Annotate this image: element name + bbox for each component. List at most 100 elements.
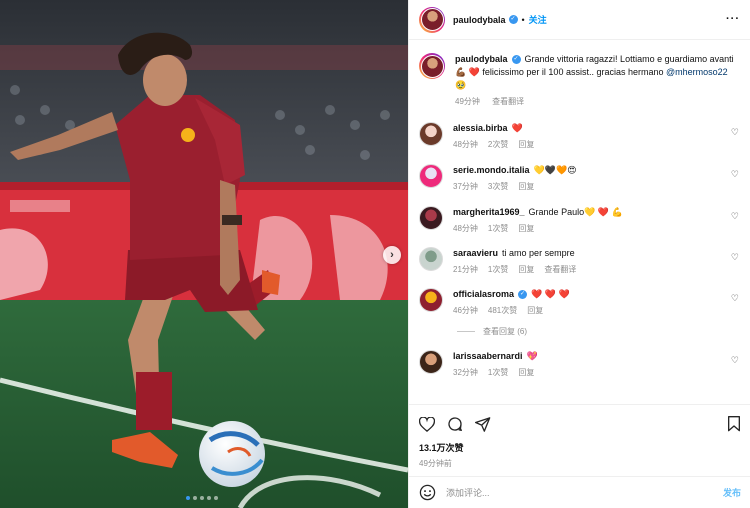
- caption-author[interactable]: paulodybala: [455, 54, 508, 64]
- comment-meta: 32分钟 1次赞 回复: [453, 367, 741, 378]
- comment-text-line: alessia.birba ❤️: [453, 122, 741, 135]
- comment-body: alessia.birba ❤️ 48分钟 2次赞 回复: [453, 122, 741, 150]
- caption-body: paulodybala ✓ Grande vittoria ragazzi! Lot…: [455, 53, 741, 107]
- post-actions: 13.1万次赞 49分钟前: [409, 404, 750, 469]
- share-send-icon[interactable]: [475, 416, 491, 432]
- comments-list[interactable]: paulodybala ✓ Grande vittoria ragazzi! Lot…: [409, 41, 750, 404]
- comment-like-count[interactable]: 2次赞: [488, 140, 508, 149]
- post-comment-button[interactable]: 发布: [723, 486, 741, 499]
- commenter-avatar[interactable]: [419, 164, 443, 188]
- commenter-avatar[interactable]: [419, 206, 443, 230]
- commenter-avatar[interactable]: [419, 288, 443, 312]
- post-side-panel: paulodybala ✓ • 关注 ··· paulodybala ✓ Grand…: [408, 0, 750, 508]
- comment-like-heart-icon[interactable]: ♡: [731, 252, 739, 263]
- instagram-post-viewer: › paulodybala ✓ • 关注 ··· paulodybala ✓ G…: [0, 0, 750, 508]
- reply-button[interactable]: 回复: [518, 182, 534, 191]
- comment-like-count[interactable]: 1次赞: [488, 368, 508, 377]
- comment-row: officialasroma ✓ ❤️ ❤️ ❤️ 46分钟 481次赞 回复 ♡: [419, 288, 741, 316]
- comment-like-heart-icon[interactable]: ♡: [731, 127, 739, 138]
- likes-count[interactable]: 13.1万次赞: [419, 441, 741, 454]
- post-header: paulodybala ✓ • 关注 ···: [409, 0, 750, 40]
- emoji-picker-icon[interactable]: [419, 484, 436, 501]
- comment-row: serie.mondo.italia 💛🖤🧡😍 37分钟 3次赞 回复 ♡: [419, 164, 741, 192]
- comment-body: larissaabernardi 💖 32分钟 1次赞 回复: [453, 350, 741, 378]
- action-icons: [419, 413, 741, 435]
- comment-meta: 37分钟 3次赞 回复: [453, 181, 741, 192]
- comment-bubble-icon[interactable]: [447, 416, 463, 432]
- commenter-avatar[interactable]: [419, 122, 443, 146]
- save-bookmark-icon[interactable]: [727, 416, 741, 432]
- comment-time: 32分钟: [453, 368, 478, 377]
- reply-button[interactable]: 回复: [518, 224, 534, 233]
- comment-like-count[interactable]: 481次赞: [488, 306, 517, 315]
- translate-link[interactable]: 查看翻译: [544, 265, 576, 274]
- follow-button[interactable]: 关注: [529, 13, 547, 26]
- commenter-username[interactable]: officialasroma: [453, 289, 514, 299]
- comment-time: 48分钟: [453, 224, 478, 233]
- post-timestamp: 49分钟前: [419, 459, 452, 468]
- comment-like-heart-icon[interactable]: ♡: [731, 293, 739, 304]
- comment-like-heart-icon[interactable]: ♡: [731, 211, 739, 222]
- commenter-username[interactable]: serie.mondo.italia: [453, 165, 530, 175]
- comment-like-count[interactable]: 3次赞: [488, 182, 508, 191]
- photo-illustration: [0, 0, 408, 508]
- reply-button[interactable]: 回复: [518, 140, 534, 149]
- comment-like-count[interactable]: 1次赞: [488, 224, 508, 233]
- caption-author-avatar[interactable]: [419, 53, 445, 79]
- comment-row: margherita1969_ Grande Paulo💛 ❤️ 💪 48分钟 1次赞…: [419, 206, 741, 234]
- commenter-username[interactable]: margherita1969_: [453, 207, 525, 217]
- reply-button[interactable]: 回复: [527, 306, 543, 315]
- comment-time: 37分钟: [453, 182, 478, 191]
- header-separator: •: [521, 14, 525, 25]
- author-avatar[interactable]: [419, 6, 445, 33]
- comment-time: 48分钟: [453, 140, 478, 149]
- comment-text: 💛🖤🧡😍: [533, 165, 577, 175]
- like-heart-icon[interactable]: [419, 416, 435, 432]
- view-replies-button[interactable]: 查看回复 (6): [457, 326, 741, 337]
- verified-badge-icon: ✓: [508, 15, 518, 24]
- comment-row: saraavieru ti amo per sempre 21分钟 1次赞 回复 查看翻译…: [419, 247, 741, 275]
- carousel-dot: [207, 496, 211, 500]
- commenter-avatar[interactable]: [419, 350, 443, 374]
- more-options-icon[interactable]: ···: [726, 13, 740, 25]
- comment-body: serie.mondo.italia 💛🖤🧡😍 37分钟 3次赞 回复: [453, 164, 741, 192]
- post-photo[interactable]: ›: [0, 0, 408, 508]
- comment-like-heart-icon[interactable]: ♡: [731, 169, 739, 180]
- comment-text: 💖: [526, 351, 538, 361]
- commenter-username[interactable]: larissaabernardi: [453, 351, 523, 361]
- caption-mention-link[interactable]: @mhermoso22: [666, 67, 728, 77]
- reply-button[interactable]: 回复: [518, 265, 534, 274]
- author-username[interactable]: paulodybala: [453, 15, 506, 25]
- commenter-username[interactable]: alessia.birba: [453, 123, 508, 133]
- verified-badge-icon: ✓: [511, 55, 521, 65]
- caption-meta: 49分钟 查看翻译: [455, 96, 741, 107]
- comment-composer: 发布: [409, 476, 750, 508]
- comment-body: margherita1969_ Grande Paulo💛 ❤️ 💪 48分钟 1次赞…: [453, 206, 741, 234]
- comment-text: ❤️ ❤️ ❤️: [531, 289, 570, 299]
- comment-meta: 48分钟 1次赞 回复: [453, 223, 741, 234]
- comment-body: saraavieru ti amo per sempre 21分钟 1次赞 回复 查看翻译: [453, 247, 741, 275]
- reply-button[interactable]: 回复: [518, 368, 534, 377]
- comment-meta: 21分钟 1次赞 回复 查看翻译: [453, 264, 741, 275]
- carousel-dot: [214, 496, 218, 500]
- next-slide-button[interactable]: ›: [383, 246, 401, 264]
- caption-time: 49分钟: [455, 97, 480, 106]
- comment-text: ❤️: [511, 123, 523, 133]
- comment-body: officialasroma ✓ ❤️ ❤️ ❤️ 46分钟 481次赞 回复: [453, 288, 741, 316]
- comment-like-count[interactable]: 1次赞: [488, 265, 508, 274]
- commenter-username[interactable]: saraavieru: [453, 248, 498, 258]
- comment-text-line: officialasroma ✓ ❤️ ❤️ ❤️: [453, 288, 741, 301]
- carousel-dot: [193, 496, 197, 500]
- comment-like-heart-icon[interactable]: ♡: [731, 355, 739, 366]
- caption-part-3: 🥹: [455, 80, 467, 90]
- comment-row: larissaabernardi 💖 32分钟 1次赞 回复 ♡: [419, 350, 741, 378]
- comment-time: 46分钟: [453, 306, 478, 315]
- comment-input[interactable]: [446, 487, 723, 498]
- comment-meta: 46分钟 481次赞 回复: [453, 305, 741, 316]
- commenter-avatar[interactable]: [419, 247, 443, 271]
- view-replies-label: 查看回复 (6): [483, 327, 527, 336]
- comment-text-line: larissaabernardi 💖: [453, 350, 741, 363]
- comment-time: 21分钟: [453, 265, 478, 274]
- caption-translate-link[interactable]: 查看翻译: [492, 97, 524, 106]
- verified-badge-icon: ✓: [518, 290, 528, 300]
